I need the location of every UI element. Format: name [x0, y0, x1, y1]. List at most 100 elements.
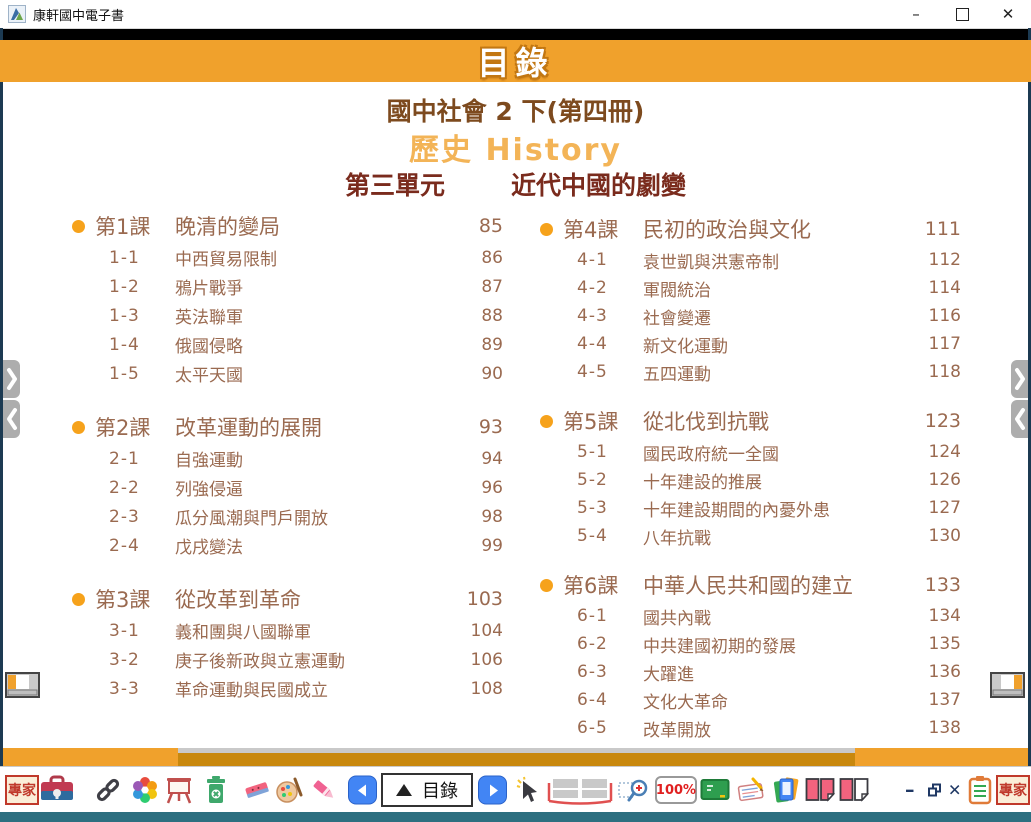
page-selector-dropdown[interactable]: 目錄	[381, 773, 473, 807]
toc-section-row[interactable]: 5-1國民政府統一全國124	[528, 438, 961, 466]
window-title: 康軒國中電子書	[33, 5, 124, 24]
window-minimize-button[interactable]: –	[893, 0, 939, 28]
expert-mode-button-right[interactable]: 專家	[996, 775, 1030, 805]
chevron-right-icon	[6, 366, 18, 392]
toc-chapter-row[interactable]: 第5課從北伐到抗戰123	[528, 404, 961, 438]
toc-section-row[interactable]: 5-4八年抗戰130	[528, 522, 961, 550]
toc-section-row[interactable]: 3-1義和團與八國聯軍104	[60, 616, 503, 645]
toc-section-row[interactable]: 4-1袁世凱與洪憲帝制112	[528, 246, 961, 274]
open-book-icon	[547, 775, 613, 805]
page-corner-right-button[interactable]	[990, 672, 1026, 699]
two-page-view-button[interactable]	[547, 775, 613, 805]
toc-section-row[interactable]: 5-3十年建設期間的內憂外患127	[528, 494, 961, 522]
toc-section-row[interactable]: 2-1自強運動94	[60, 444, 503, 473]
magnifier-zoom-icon	[618, 776, 650, 804]
zoom-tool-button[interactable]	[618, 776, 650, 804]
section-page: 104	[471, 621, 503, 641]
right-nav-forward-button[interactable]	[1011, 360, 1028, 398]
mobile-ebook-button[interactable]	[771, 775, 801, 805]
toolbox-button[interactable]	[39, 775, 75, 805]
section-title: 戊戌變法	[175, 533, 243, 558]
section-page: 112	[929, 250, 961, 270]
toc-section-row[interactable]: 1-1中西貿易限制86	[60, 243, 503, 272]
next-page-button[interactable]	[478, 776, 507, 805]
section-title: 鴉片戰爭	[175, 274, 243, 299]
toc-section-row[interactable]: 6-1國共內戰134	[528, 602, 961, 630]
index-list-button[interactable]	[968, 775, 992, 805]
previous-page-button[interactable]	[348, 776, 377, 805]
toc-section-row[interactable]: 3-2庚子後新政與立憲運動106	[60, 645, 503, 674]
page-selector-label: 目錄	[422, 777, 458, 803]
trash-can-icon	[202, 775, 230, 805]
dual-page-layout-button[interactable]	[805, 777, 835, 803]
section-page: 138	[929, 718, 961, 738]
link-tool-button[interactable]	[94, 776, 122, 804]
left-nav-back-button[interactable]	[3, 400, 20, 438]
section-page: 108	[471, 679, 503, 699]
left-nav-forward-button[interactable]	[3, 360, 20, 398]
palette-tool-button[interactable]	[275, 776, 303, 804]
toc-section-row[interactable]: 1-5太平天國90	[60, 359, 503, 388]
horizontal-scrollbar-thumb[interactable]	[178, 748, 855, 766]
section-number: 4-2	[577, 278, 643, 298]
toolbar-close-button[interactable]: ✕	[948, 781, 961, 800]
section-page: 98	[481, 507, 503, 527]
window-maximize-button[interactable]	[939, 0, 985, 28]
toc-chapter-row[interactable]: 第1課晚清的變局85	[60, 209, 503, 243]
footer-strip	[0, 812, 1031, 822]
toc-section-row[interactable]: 6-2中共建國初期的發展135	[528, 630, 961, 658]
toc-chapter-row[interactable]: 第2課改革運動的展開93	[60, 410, 503, 444]
right-nav-back-button[interactable]	[1011, 400, 1028, 438]
pointer-tool-button[interactable]	[515, 776, 543, 804]
zoom-level-display[interactable]: 100%	[655, 776, 697, 804]
color-wheel-button[interactable]	[131, 776, 159, 804]
toc-section-row[interactable]: 6-5改革開放138	[528, 714, 961, 742]
toc-section-row[interactable]: 4-4新文化運動117	[528, 330, 961, 358]
chevron-left-icon	[1014, 406, 1026, 432]
toc-section-row[interactable]: 5-2十年建設的推展126	[528, 466, 961, 494]
chapter-title: 晚清的變局	[175, 211, 280, 241]
toc-section-row[interactable]: 3-3革命運動與民國成立108	[60, 674, 503, 703]
red-white-page-icon	[839, 777, 869, 803]
delete-tool-button[interactable]	[202, 775, 230, 805]
toc-section-row[interactable]: 4-3社會變遷116	[528, 302, 961, 330]
device-book-icon	[771, 775, 801, 805]
section-page: 127	[929, 498, 961, 518]
section-number: 3-2	[109, 650, 175, 670]
window-close-button[interactable]: ✕	[985, 0, 1031, 28]
toc-chapter-row[interactable]: 第4課民初的政治與文化111	[528, 212, 961, 246]
chapter-page: 133	[925, 574, 961, 596]
toc-lesson: 第6課中華人民共和國的建立1336-1國共內戰1346-2中共建國初期的發展13…	[528, 568, 961, 742]
toc-chapter-row[interactable]: 第3課從改革到革命103	[60, 582, 503, 616]
chapter-label: 第2課	[95, 412, 175, 442]
toc-chapter-row[interactable]: 第6課中華人民共和國的建立133	[528, 568, 961, 602]
page-corner-left-button[interactable]	[5, 672, 41, 699]
page-corner-left-icon	[5, 672, 41, 699]
toolbar-restore-button[interactable]	[928, 784, 941, 797]
toc-section-row[interactable]: 6-4文化大革命137	[528, 686, 961, 714]
workbook-button[interactable]	[736, 776, 766, 804]
bullet-icon	[540, 415, 553, 428]
whiteboard-button[interactable]	[164, 776, 194, 804]
expert-mode-button-left[interactable]: 專家	[5, 775, 39, 805]
clipboard-list-icon	[968, 775, 992, 805]
toc-section-row[interactable]: 1-3英法聯軍88	[60, 301, 503, 330]
eraser-icon	[243, 776, 271, 804]
highlighter-tool-button[interactable]	[310, 776, 338, 804]
section-title: 革命運動與民國成立	[175, 676, 328, 701]
section-page: 106	[471, 650, 503, 670]
toc-section-row[interactable]: 2-4戊戌變法99	[60, 531, 503, 560]
toc-section-row[interactable]: 2-3瓜分風潮與門戶開放98	[60, 502, 503, 531]
single-page-layout-button[interactable]	[839, 777, 869, 803]
toolbar-minimize-button[interactable]: –	[905, 779, 915, 801]
toc-section-row[interactable]: 1-2鴉片戰爭87	[60, 272, 503, 301]
toc-section-row[interactable]: 1-4俄國侵略89	[60, 330, 503, 359]
toc-section-row[interactable]: 4-2軍閥統治114	[528, 274, 961, 302]
toc-section-row[interactable]: 4-5五四運動118	[528, 358, 961, 386]
toc-section-row[interactable]: 6-3大躍進136	[528, 658, 961, 686]
blackboard-mode-button[interactable]	[700, 777, 730, 803]
toc-section-row[interactable]: 2-2列強侵逼96	[60, 473, 503, 502]
horizontal-scrollbar-track[interactable]	[3, 748, 1028, 766]
eraser-tool-button[interactable]	[243, 776, 271, 804]
section-number: 4-5	[577, 362, 643, 382]
